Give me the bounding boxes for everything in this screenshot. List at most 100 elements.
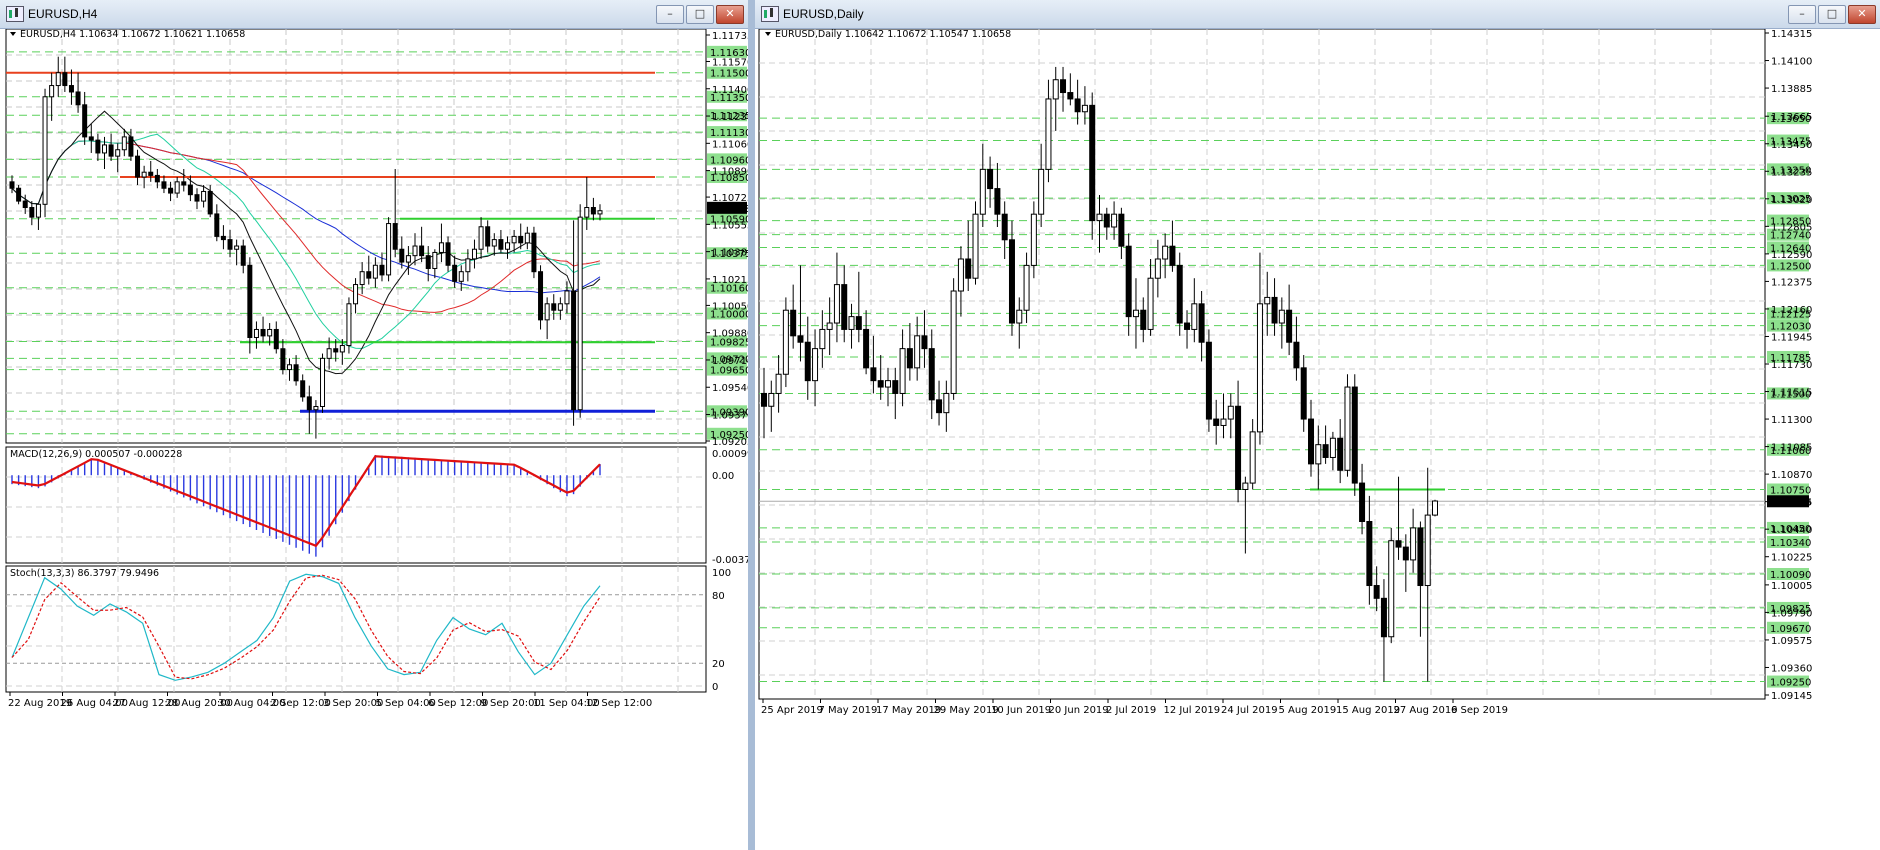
x-axis-tick-label: 12 Jul 2019 [1164,705,1221,716]
candle-body [833,284,840,324]
candle-body [1096,213,1103,222]
candle-body [35,203,41,218]
macd-axis-label: 0.000995 [712,449,748,460]
y-axis-tick-label: 1.10005 [1771,581,1812,592]
y-axis-tick-label: 1.10890 [712,167,748,178]
daily-chart-window[interactable]: EURUSD,Daily – □ ✕ 1.13650 1.13475 1.13250… [755,0,1880,850]
candle-body [82,104,88,138]
candle-body [1264,296,1271,305]
close-button[interactable]: ✕ [1848,5,1876,24]
y-axis-tick-label: 1.10050 [712,301,748,312]
candle-body [1373,585,1380,599]
daily-window-titlebar[interactable]: EURUSD,Daily – □ ✕ [755,0,1880,29]
h4-chart-window[interactable]: EURUSD,H4 – □ ✕ 1.11630 1.11500 1.11350 1.1… [0,0,748,850]
x-axis-tick-label: 20 Jun 2019 [1049,705,1109,716]
candle-body [826,322,833,330]
candle-body [425,255,431,269]
candle-body [306,396,312,411]
x-axis-tick-label: 5 Aug 2019 [1279,705,1337,716]
candle-body [979,168,986,215]
price-level-label: 1.09650 [710,366,748,377]
close-button[interactable]: ✕ [716,5,744,24]
candle-body [234,245,240,250]
y-axis-tick-label: 1.13020 [1771,195,1812,206]
price-level-label: 1.10960 [710,155,748,166]
x-axis-tick-label: 24 Jul 2019 [1221,705,1278,716]
candle-body [412,245,418,257]
dropdown-triangle-icon [765,32,771,36]
candle-body [1366,520,1373,587]
candle-body [286,364,292,371]
daily-chart-canvas[interactable]: 1.136501.134751.132501.130251.128501.127… [755,29,1880,850]
candle-body [855,316,862,330]
candle-body [877,380,884,388]
candle-body [1111,213,1118,228]
candle-body [790,309,797,337]
maximize-button[interactable]: □ [686,5,714,24]
candle-body [804,341,811,382]
y-axis-tick-label: 1.09540 [712,383,748,394]
candle-body [135,155,141,178]
candle-body [1286,309,1293,343]
x-axis-tick-label: 17 May 2019 [876,705,941,716]
candle-body [1417,527,1424,587]
candle-body [55,72,61,87]
candle-body [1184,322,1191,330]
y-axis-tick-label: 1.10225 [1771,553,1812,564]
candle-body [452,264,458,282]
macd-header: MACD(12,26,9) 0.000507 -0.000228 [10,449,182,460]
candle-body [293,364,299,382]
candle-body [115,149,121,157]
y-axis-tick-label: 1.12375 [1771,277,1812,288]
candle-body [768,392,775,407]
candle-body [1213,418,1220,426]
candle-body [458,271,464,282]
candle-body [914,335,921,369]
maximize-button[interactable]: □ [1818,5,1846,24]
y-axis-tick-label: 1.14315 [1771,29,1812,40]
candle-body [1293,341,1300,369]
y-axis-tick-label: 1.10870 [1771,470,1812,481]
candle-body [339,345,345,353]
candle-body [445,242,451,266]
x-axis-tick-label: 27 Aug 2019 [1394,705,1458,716]
candle-body [227,239,233,250]
candle-body [174,181,180,194]
candle-body [1060,79,1067,94]
y-axis-tick-label: 1.11060 [712,139,748,150]
candle-body [49,85,55,98]
current-price-label: 1.10658 [1770,497,1811,508]
h4-window-titlebar[interactable]: EURUSD,H4 – □ ✕ [0,0,748,29]
candle-body [240,245,246,266]
y-axis-tick-label: 1.09360 [1771,663,1812,674]
candle-body [1337,437,1344,471]
h4-chart-canvas[interactable]: 1.116301.115001.113501.112351.111301.109… [0,29,748,850]
main-price-panel [5,29,707,444]
candle-body [300,380,306,398]
candle-body [253,328,259,338]
candle-body [1162,245,1169,260]
candle-body [320,357,326,407]
price-level-label: 1.09670 [1770,624,1811,635]
candle-body [379,264,385,276]
candle-body [1256,303,1263,433]
candle-body [1410,527,1417,561]
candle-body [1388,540,1395,638]
y-axis-tick-label: 1.09790 [1771,608,1812,619]
y-axis-tick-label: 1.10215 [712,275,748,286]
minimize-button[interactable]: – [1788,5,1816,24]
y-axis-tick-label: 1.09145 [1771,691,1812,702]
candle-body [1103,213,1110,228]
candle-body [161,181,167,189]
x-axis-tick-label: 5 Sep 04:00 [376,698,436,709]
minimize-button[interactable]: – [656,5,684,24]
y-axis-tick-label: 1.11400 [712,85,748,96]
candle-body [921,335,928,350]
candle-body [557,303,563,311]
y-axis-tick-label: 1.13450 [1771,140,1812,151]
candle-body [346,303,352,347]
candle-body [1074,98,1081,113]
candle-body [597,210,603,215]
candle-body [1432,500,1438,516]
candle-body [359,271,365,286]
